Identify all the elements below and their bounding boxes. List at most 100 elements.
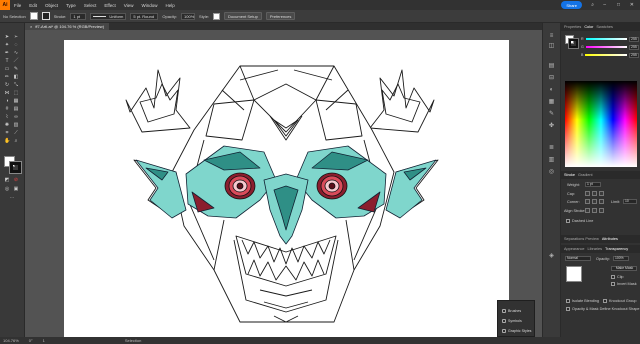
- graphic-style-swatch[interactable]: [213, 12, 221, 20]
- tab-appearance[interactable]: Appearance: [564, 247, 584, 251]
- direct-selection-tool-icon[interactable]: ➢: [13, 34, 19, 40]
- close-window-icon[interactable]: ✕: [630, 2, 634, 8]
- minimize-icon[interactable]: –: [603, 2, 606, 8]
- graph-tool-icon[interactable]: ▥: [13, 122, 19, 128]
- curvature-tool-icon[interactable]: ∿: [13, 50, 19, 56]
- graphic-styles-panel-item[interactable]: Graphic Styles: [502, 329, 531, 333]
- rotation-value[interactable]: 0°: [29, 338, 33, 343]
- canvas-area[interactable]: [25, 30, 542, 337]
- align-strip-icon[interactable]: ⊟: [548, 75, 555, 82]
- lasso-tool-icon[interactable]: ◌: [13, 42, 19, 48]
- variable-width-profile[interactable]: Uniform: [90, 12, 127, 20]
- brushes-strip-icon[interactable]: ✎: [548, 111, 555, 118]
- swatches-strip-icon[interactable]: ▦: [548, 99, 555, 106]
- bevel-join-button[interactable]: [599, 199, 604, 204]
- stroke-color-box[interactable]: [9, 161, 22, 174]
- default-colors-icon[interactable]: ◩: [4, 177, 10, 183]
- share-button[interactable]: Share: [561, 1, 582, 9]
- color-guide-strip-icon[interactable]: ◐: [548, 87, 555, 94]
- pen-tool-icon[interactable]: ✒: [4, 50, 10, 56]
- brush-definition[interactable]: 5 pt. Round: [130, 12, 159, 20]
- align-outside-button[interactable]: [599, 208, 604, 213]
- menu-file[interactable]: File: [10, 3, 25, 8]
- zoom-level[interactable]: 104.76%: [3, 338, 19, 343]
- line-tool-icon[interactable]: ／: [13, 58, 19, 64]
- edit-toolbar-icon[interactable]: ⋯: [9, 195, 15, 201]
- document-tab[interactable]: × ff7-ArtI.ai* @ 104.76 % (RGB/Preview): [25, 23, 110, 30]
- blend-tool-icon[interactable]: ∞: [13, 114, 19, 120]
- blue-value[interactable]: 255: [629, 52, 639, 58]
- free-transform-tool-icon[interactable]: ⬚: [13, 90, 19, 96]
- blue-track[interactable]: [585, 54, 627, 56]
- artboard[interactable]: [64, 40, 509, 337]
- tab-close-icon[interactable]: ×: [30, 24, 32, 29]
- tab-color[interactable]: Color: [584, 25, 593, 29]
- projecting-cap-button[interactable]: [599, 191, 604, 196]
- preferences-button[interactable]: Preferences: [265, 12, 296, 20]
- document-setup-button[interactable]: Document Setup: [224, 12, 262, 20]
- search-icon[interactable]: ⌕: [591, 2, 594, 8]
- red-value[interactable]: 255: [629, 36, 639, 42]
- tab-transparency[interactable]: Transparency: [605, 247, 628, 251]
- blend-mode-select[interactable]: Normal: [565, 256, 591, 261]
- brushes-panel-item[interactable]: Brushes: [502, 309, 521, 313]
- round-join-button[interactable]: [592, 199, 597, 204]
- paintbrush-tool-icon[interactable]: ✎: [13, 66, 19, 72]
- transparency-strip-icon[interactable]: ◎: [548, 169, 555, 176]
- butt-cap-button[interactable]: [585, 191, 590, 196]
- width-tool-icon[interactable]: ⋈: [4, 90, 10, 96]
- tab-properties[interactable]: Properties: [564, 25, 581, 29]
- screen-mode-icon[interactable]: ▣: [13, 186, 19, 192]
- limit-field[interactable]: 10: [623, 199, 637, 204]
- fill-swatch[interactable]: [29, 12, 38, 20]
- artboard-tool-icon[interactable]: ⌗: [4, 130, 10, 136]
- pencil-tool-icon[interactable]: ✏: [4, 74, 10, 80]
- green-value[interactable]: 255: [629, 44, 639, 50]
- blue-slider[interactable]: B 255: [581, 52, 639, 58]
- opacity-mask-knockout-checkbox[interactable]: [566, 307, 570, 311]
- rotate-tool-icon[interactable]: ↻: [4, 82, 10, 88]
- align-center-button[interactable]: [585, 208, 590, 213]
- green-slider[interactable]: G 255: [581, 44, 639, 50]
- libraries-strip-icon[interactable]: ▤: [548, 63, 555, 70]
- round-cap-button[interactable]: [592, 191, 597, 196]
- knockout-group-checkbox[interactable]: [603, 299, 607, 303]
- perspective-grid-tool-icon[interactable]: ▦: [13, 98, 19, 104]
- stroke-swatch[interactable]: [41, 12, 50, 20]
- selection-tool-icon[interactable]: ➤: [4, 34, 10, 40]
- menu-window[interactable]: Window: [137, 3, 161, 8]
- symbol-sprayer-tool-icon[interactable]: ✺: [4, 122, 10, 128]
- hand-tool-icon[interactable]: ✋: [4, 138, 10, 144]
- menu-edit[interactable]: Edit: [25, 3, 41, 8]
- color-spectrum[interactable]: [565, 81, 637, 167]
- shape-builder-tool-icon[interactable]: ◑: [4, 98, 10, 104]
- none-color-icon[interactable]: ⊘: [13, 177, 19, 183]
- menu-view[interactable]: View: [120, 3, 138, 8]
- menu-object[interactable]: Object: [41, 3, 62, 8]
- scale-tool-icon[interactable]: ⤡: [13, 82, 19, 88]
- miter-join-button[interactable]: [585, 199, 590, 204]
- red-slider[interactable]: R 255: [581, 36, 639, 42]
- weight-field[interactable]: 1 pt: [585, 182, 601, 187]
- tab-libraries[interactable]: Libraries: [587, 247, 602, 251]
- dashed-line-checkbox[interactable]: [566, 219, 570, 223]
- zoom-tool-icon[interactable]: ⌕: [13, 138, 19, 144]
- symbols-strip-icon[interactable]: ✤: [548, 123, 555, 130]
- tab-separations-preview[interactable]: Separations Preview: [564, 237, 599, 241]
- maximize-icon[interactable]: □: [617, 2, 620, 8]
- magic-wand-tool-icon[interactable]: ✦: [4, 42, 10, 48]
- isolate-blending-checkbox[interactable]: [566, 299, 570, 303]
- slice-tool-icon[interactable]: ⟋: [13, 130, 19, 136]
- make-mask-button[interactable]: Make Mask: [611, 266, 637, 271]
- tab-gradient[interactable]: Gradient: [578, 173, 593, 177]
- app-logo[interactable]: Ai: [0, 0, 10, 10]
- green-track[interactable]: [585, 46, 627, 48]
- stroke-weight-field[interactable]: 1 pt: [70, 12, 87, 20]
- rectangle-tool-icon[interactable]: ▭: [4, 66, 10, 72]
- menu-type[interactable]: Type: [62, 3, 80, 8]
- drawing-mode-icon[interactable]: ◎: [4, 186, 10, 192]
- layers-strip-icon[interactable]: ◫: [548, 43, 555, 50]
- align-inside-button[interactable]: [592, 208, 597, 213]
- gradient-strip-icon[interactable]: ▥: [548, 157, 555, 164]
- stroke-strip-icon[interactable]: ≣: [548, 145, 555, 152]
